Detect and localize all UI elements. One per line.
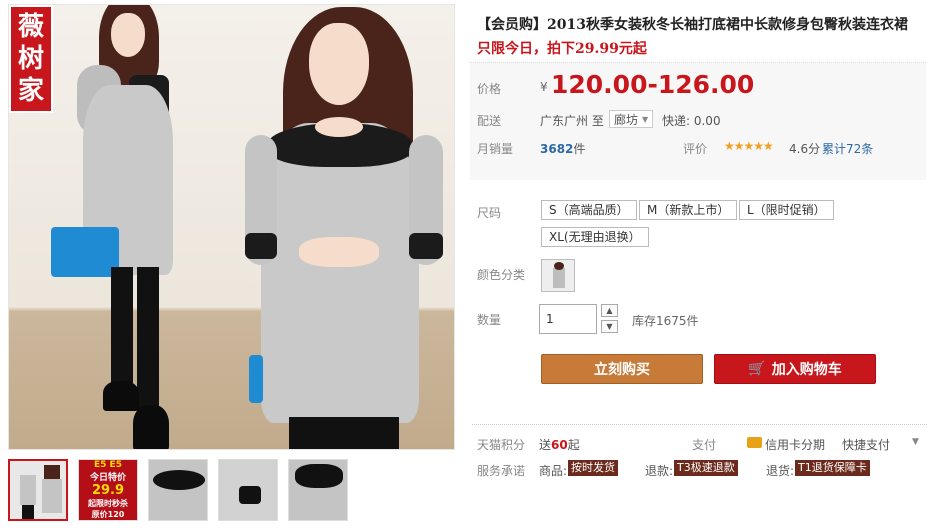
ship-from: 广东广州 至 <box>540 114 604 128</box>
cart-icon: 🛒 <box>748 361 766 377</box>
shipping-fee: 快递: 0.00 <box>662 114 721 128</box>
thumb-promo-text: 原价120 <box>91 510 125 519</box>
main-product-image[interactable]: 薇 树 家 <box>8 4 455 450</box>
quantity-input[interactable] <box>539 304 597 334</box>
quantity-decrease-button[interactable]: ▼ <box>601 320 618 333</box>
service-label: 服务承诺 <box>477 464 526 478</box>
points-number: 60 <box>551 438 568 452</box>
brand-logo-char: 树 <box>17 44 44 74</box>
thumb-promo-price: 29.9 <box>91 483 125 498</box>
thumb-promo-text: E5 E5 <box>94 460 122 470</box>
sales-count-value: 3682 <box>540 142 574 156</box>
chevron-down-icon: ▼ <box>642 114 649 124</box>
service-goods-tag[interactable]: 按时发货 <box>568 460 618 476</box>
thumb-promo-text: 起限时秒杀 <box>88 499 128 508</box>
service-goods-label: 商品: <box>539 464 568 478</box>
size-option-xl[interactable]: XL(无理由退换） <box>541 227 649 247</box>
rating-label: 评价 <box>683 142 708 156</box>
color-label: 颜色分类 <box>477 268 526 282</box>
shipping-label: 配送 <box>477 114 502 128</box>
points-value: 送60起 <box>539 436 580 453</box>
thumbnail-promo[interactable]: E5 E5 今日特价 29.9 起限时秒杀 原价120 <box>78 459 138 521</box>
service-refund-label: 退款: <box>645 464 674 478</box>
thumbnail-5[interactable] <box>288 459 348 521</box>
model-photo-left <box>49 5 199 449</box>
currency-symbol: ¥ <box>540 80 548 94</box>
thumb-promo-text: 今日特价 <box>89 473 126 483</box>
points-suffix: 起 <box>567 438 580 452</box>
points-prefix: 送 <box>539 438 552 452</box>
points-label: 天猫积分 <box>477 438 526 452</box>
brand-logo-char: 薇 <box>17 12 44 42</box>
sales-count: 3682件 <box>540 140 585 157</box>
thumbnail-1[interactable] <box>8 459 68 521</box>
review-count-link[interactable]: 累计72条 <box>822 140 873 157</box>
thumbnail-3[interactable] <box>148 459 208 521</box>
service-return-label: 退货: <box>766 464 795 478</box>
rating-score: 4.6分 <box>789 142 821 156</box>
rating-stars-icon: ★★★★★ <box>724 139 774 153</box>
color-option-gray[interactable] <box>541 259 575 292</box>
promo-text: 只限今日，拍下29.99元起 <box>477 41 647 57</box>
buy-now-button[interactable]: 立刻购买 <box>541 354 703 384</box>
service-return-tag[interactable]: T1退货保障卡 <box>795 460 870 476</box>
thumbnail-4[interactable] <box>218 459 278 521</box>
size-option-m[interactable]: M（新款上市） <box>639 200 738 220</box>
quantity-label: 数量 <box>477 313 502 327</box>
payment-label: 支付 <box>692 438 717 452</box>
product-title: 【会员购】2013秋季女装秋冬长袖打底裙中长款修身包臀秋装连衣裙 <box>477 17 908 33</box>
size-label: 尺码 <box>477 206 502 220</box>
size-option-s[interactable]: S（高端品质） <box>541 200 637 220</box>
buy-now-label: 立刻购买 <box>594 362 650 378</box>
price-label: 价格 <box>477 82 502 96</box>
service-refund-tag[interactable]: T3极速退款 <box>674 460 738 476</box>
add-to-cart-button[interactable]: 🛒 加入购物车 <box>714 354 876 384</box>
chevron-down-icon[interactable]: ▼ <box>912 437 919 447</box>
size-option-l[interactable]: L（限时促销） <box>739 200 834 220</box>
quantity-increase-button[interactable]: ▲ <box>601 304 618 317</box>
sales-label: 月销量 <box>477 142 514 156</box>
add-to-cart-label: 加入购物车 <box>771 362 842 378</box>
thumbnail-strip: E5 E5 今日特价 29.9 起限时秒杀 原价120 <box>8 459 348 521</box>
ship-destination-select[interactable]: 廊坊 ▼ <box>609 110 654 128</box>
credit-installment-link[interactable]: 信用卡分期 <box>765 436 825 453</box>
brand-logo: 薇 树 家 <box>9 5 53 113</box>
credit-card-icon <box>747 437 762 448</box>
price-value: 120.00-126.00 <box>551 70 755 99</box>
stock-count: 库存1675件 <box>632 314 699 328</box>
brand-logo-char: 家 <box>17 76 44 106</box>
sales-count-unit: 件 <box>573 142 586 156</box>
section-divider <box>472 424 927 425</box>
model-photo-right <box>239 5 449 449</box>
quick-pay-link[interactable]: 快捷支付 <box>842 436 890 453</box>
ship-destination-value: 廊坊 <box>614 112 639 127</box>
